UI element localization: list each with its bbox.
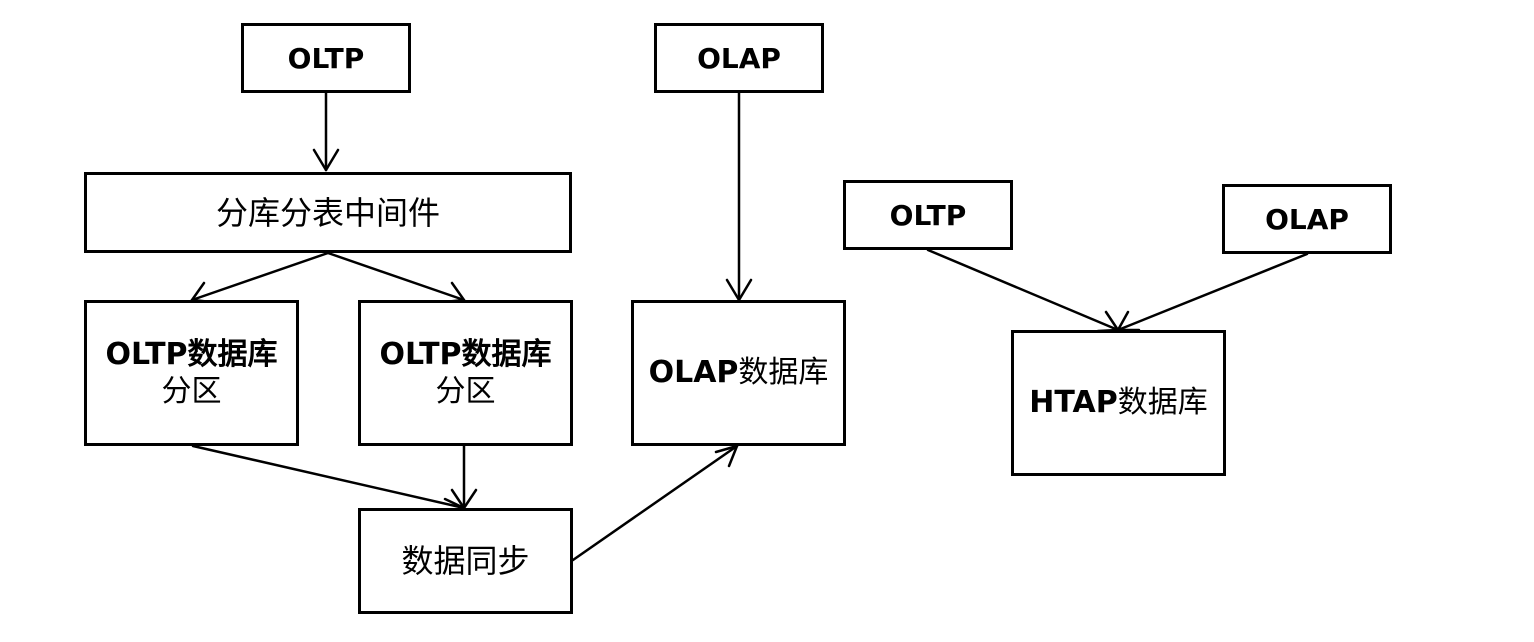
- partition-1-line2: 分区: [161, 374, 222, 409]
- data-sync-box: 数据同步: [358, 508, 573, 614]
- olap-right-box: OLAP: [1222, 184, 1392, 254]
- arrow-middleware-to-partition1: [190, 251, 330, 304]
- arrow-olap-to-olapdb: [725, 91, 753, 302]
- htap-db-suffix: 数据库: [1117, 385, 1208, 421]
- architecture-diagram: OLTP OLAP 分库分表中间件 OLTP数据库 分区 OLTP数据库 分区 …: [0, 0, 1534, 642]
- olap-db-prefix: OLAP: [648, 355, 739, 391]
- arrow-oltp-to-middleware: [312, 91, 340, 172]
- oltp-top-label: OLTP: [287, 41, 365, 75]
- olap-top-label: OLAP: [697, 41, 781, 75]
- arrow-olap-to-htap: [1116, 252, 1309, 332]
- arrow-sync-to-olapdb: [571, 444, 739, 562]
- htap-db-prefix: HTAP: [1029, 385, 1118, 421]
- olap-db-suffix: 数据库: [738, 355, 829, 391]
- middleware-box: 分库分表中间件: [84, 172, 572, 253]
- oltp-right-label: OLTP: [889, 198, 967, 232]
- partition-1-suffix: 数据库: [187, 336, 278, 372]
- partition-1-prefix: OLTP: [105, 336, 188, 372]
- olap-right-label: OLAP: [1265, 202, 1349, 236]
- htap-database-box: HTAP数据库: [1011, 330, 1226, 476]
- arrow-partition2-to-sync: [450, 444, 478, 510]
- oltp-partition-2-box: OLTP数据库 分区: [358, 300, 573, 446]
- partition-2-prefix: OLTP: [379, 336, 462, 372]
- oltp-partition-1-box: OLTP数据库 分区: [84, 300, 299, 446]
- data-sync-label: 数据同步: [401, 542, 530, 580]
- arrow-middleware-to-partition2: [326, 251, 466, 304]
- olap-database-box: OLAP数据库: [631, 300, 846, 446]
- oltp-top-box: OLTP: [241, 23, 411, 93]
- middleware-label: 分库分表中间件: [215, 193, 440, 232]
- oltp-right-box: OLTP: [843, 180, 1013, 250]
- arrow-oltp-to-htap: [926, 248, 1120, 333]
- partition-2-line2: 分区: [435, 374, 496, 409]
- partition-2-suffix: 数据库: [461, 336, 552, 372]
- olap-top-box: OLAP: [654, 23, 824, 93]
